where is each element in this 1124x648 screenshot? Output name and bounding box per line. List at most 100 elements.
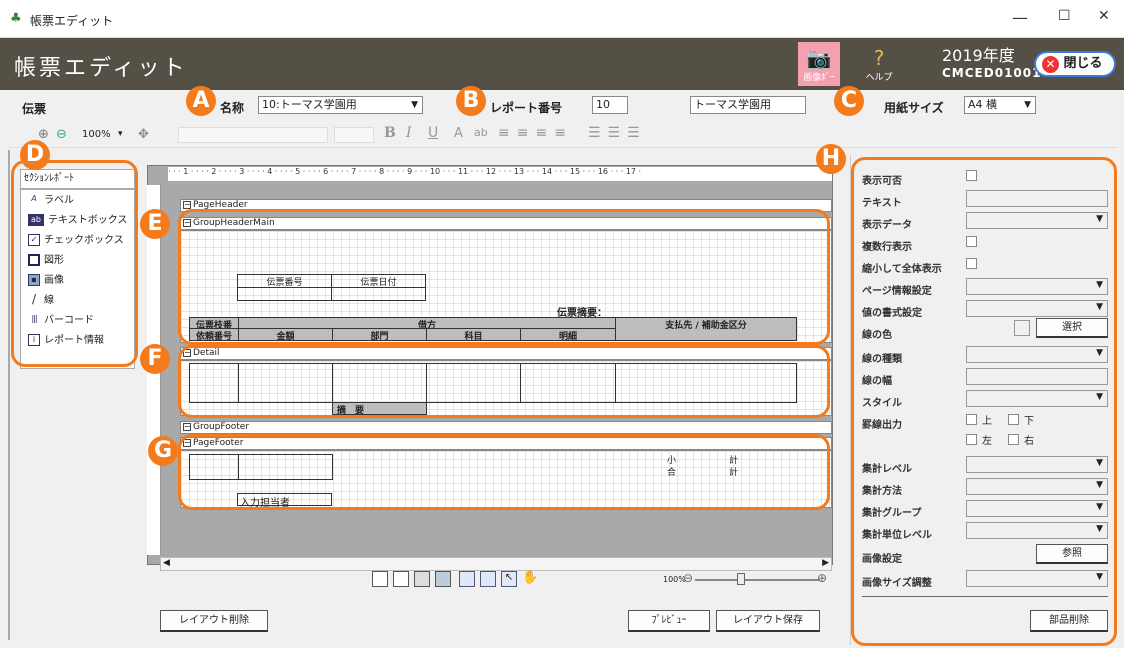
line-type-select[interactable]: ▼ [966, 346, 1108, 363]
group-header-area[interactable]: 伝票番号 伝票日付 伝票摘要： 伝票枝番 借方 支払先 / 補助金区分 依頼番号… [180, 230, 832, 343]
tool-checkbox[interactable]: ✓ チェックボックス [28, 232, 124, 250]
band-page-header[interactable]: − PageHeader [180, 199, 832, 212]
move-icon[interactable]: ✥ [138, 127, 149, 142]
grid-fill-icon[interactable] [435, 571, 451, 587]
line-color-swatch[interactable] [1014, 320, 1030, 336]
text-input[interactable] [966, 190, 1108, 207]
zoom-level[interactable]: 100% [82, 129, 111, 140]
band-detail[interactable]: − Detail [180, 347, 832, 360]
payee-header-cell[interactable]: 支払先 / 補助金区分 [615, 317, 797, 341]
underline-icon[interactable]: U [428, 125, 438, 141]
slip-no-cell[interactable]: 伝票番号 [237, 274, 332, 288]
detail-cell[interactable] [238, 363, 333, 403]
close-app-button[interactable]: ✕ 閉じる [1034, 51, 1116, 77]
border-bottom-checkbox[interactable] [1008, 414, 1019, 425]
zoom-out-icon[interactable]: ⊖ [56, 127, 67, 142]
scroll-right-icon[interactable]: ▶ [822, 558, 829, 568]
grid-tool-icon[interactable] [414, 571, 430, 587]
style-select[interactable]: ▼ [966, 390, 1108, 407]
collapse-icon[interactable]: − [183, 423, 191, 431]
zoom-slider-thumb[interactable] [737, 573, 745, 585]
tool-shape[interactable]: 図形 [28, 252, 64, 270]
agg-unit-level-select[interactable]: ▼ [966, 522, 1108, 539]
font-size-select[interactable] [334, 127, 374, 143]
collapse-icon[interactable]: − [183, 439, 191, 447]
slip-no-value-cell[interactable] [237, 287, 332, 301]
snap-tool-icon[interactable] [480, 571, 496, 587]
tool-line[interactable]: / 線 [28, 292, 54, 310]
hand-icon[interactable]: ✋ [522, 570, 538, 585]
detail-cell[interactable] [332, 363, 427, 403]
visible-checkbox[interactable] [966, 170, 977, 181]
scroll-left-icon[interactable]: ◀ [163, 558, 170, 568]
value-format-select[interactable]: ▼ [966, 300, 1108, 317]
agg-method-select[interactable]: ▼ [966, 478, 1108, 495]
italic-icon[interactable]: I [406, 125, 412, 141]
display-data-select[interactable]: ▼ [966, 212, 1108, 229]
collapse-icon[interactable]: − [183, 349, 191, 357]
delete-layout-button[interactable]: レイアウト削除 [160, 610, 268, 632]
list-indent-icons[interactable]: ☰☰☰ [588, 125, 647, 141]
preview-button[interactable]: ﾌﾟﾚﾋﾞｭｰ [628, 610, 710, 632]
amount-header-cell[interactable]: 金額 [238, 328, 333, 342]
save-layout-button[interactable]: レイアウト保存 [716, 610, 820, 632]
page-info-select[interactable]: ▼ [966, 278, 1108, 295]
shrink-checkbox[interactable] [966, 258, 977, 269]
border-right-checkbox[interactable] [1008, 434, 1019, 445]
paper-size-select[interactable]: A4 横 ▼ [964, 96, 1036, 114]
border-tool-icon[interactable] [393, 571, 409, 587]
multiline-checkbox[interactable] [966, 236, 977, 247]
image-size-select[interactable]: ▼ [966, 570, 1108, 587]
font-family-select[interactable] [178, 127, 328, 143]
page-footer-area[interactable]: 小 計 合 計 入力担当者 [180, 450, 832, 509]
total-b[interactable]: 計 [729, 465, 738, 478]
zoom-minus-icon[interactable]: ⊖ [683, 571, 693, 585]
slip-date-cell[interactable]: 伝票日付 [331, 274, 426, 288]
band-group-header[interactable]: − GroupHeaderMain [180, 217, 832, 230]
report-no-input[interactable]: 10 [592, 96, 628, 114]
request-no-cell[interactable]: 依頼番号 [189, 328, 239, 342]
tool-barcode[interactable]: ||| バーコード [28, 312, 94, 330]
total-a[interactable]: 合 [667, 465, 676, 478]
detail-cell[interactable] [189, 363, 239, 403]
window-close-button[interactable]: ✕ [1098, 8, 1110, 24]
dept-header-cell[interactable]: 部門 [332, 328, 427, 342]
account-header-cell[interactable]: 科目 [426, 328, 521, 342]
horizontal-scrollbar[interactable]: ◀ ▶ [160, 557, 832, 571]
line-width-input[interactable] [966, 368, 1108, 385]
operator-cell[interactable]: 入力担当者 [237, 493, 332, 509]
minimize-button[interactable]: — [1012, 8, 1028, 27]
detail-area[interactable]: 摘 要 [180, 360, 832, 416]
pointer-icon[interactable]: ↖ [501, 571, 517, 587]
agg-group-select[interactable]: ▼ [966, 500, 1108, 517]
band-page-footer[interactable]: − PageFooter [180, 437, 832, 450]
footer-cell[interactable] [189, 454, 239, 480]
ruler-tool-icon[interactable] [459, 571, 475, 587]
tool-image[interactable]: ▪ 画像 [28, 272, 64, 290]
footer-cell[interactable] [238, 454, 333, 480]
agg-level-select[interactable]: ▼ [966, 456, 1108, 473]
collapse-icon[interactable]: − [183, 219, 191, 227]
tool-textbox[interactable]: ab テキストボックス [28, 212, 127, 230]
memo-cell[interactable]: 摘 要 [332, 402, 427, 416]
browse-button[interactable]: 参照 [1036, 544, 1108, 564]
collapse-icon[interactable]: − [183, 201, 191, 209]
tool-label[interactable]: A ラベル [28, 192, 74, 210]
help-button[interactable]: ? ヘルプ [858, 42, 900, 86]
maximize-button[interactable]: ☐ [1058, 8, 1071, 24]
detail-cell[interactable] [426, 363, 521, 403]
image-board-button[interactable]: 📷 画像ﾎﾞｰ [798, 42, 840, 86]
zoom-slider[interactable] [695, 579, 820, 581]
highlight-icon[interactable]: ab [474, 126, 488, 139]
border-top-checkbox[interactable] [966, 414, 977, 425]
font-color-icon[interactable]: A [454, 126, 463, 141]
band-group-footer[interactable]: − GroupFooter [180, 421, 832, 434]
bold-icon[interactable]: B [384, 125, 396, 141]
tool-report-info[interactable]: i レポート情報 [28, 332, 104, 350]
section-report-tab[interactable]: ｾｸｼｮﾝﾚﾎﾟｰﾄ [20, 169, 135, 189]
detail-cell[interactable] [615, 363, 797, 403]
detail-cell[interactable] [520, 363, 616, 403]
border-left-checkbox[interactable] [966, 434, 977, 445]
zoom-plus-icon[interactable]: ⊕ [817, 571, 827, 585]
zoom-chevron-icon[interactable]: ▾ [118, 129, 123, 139]
